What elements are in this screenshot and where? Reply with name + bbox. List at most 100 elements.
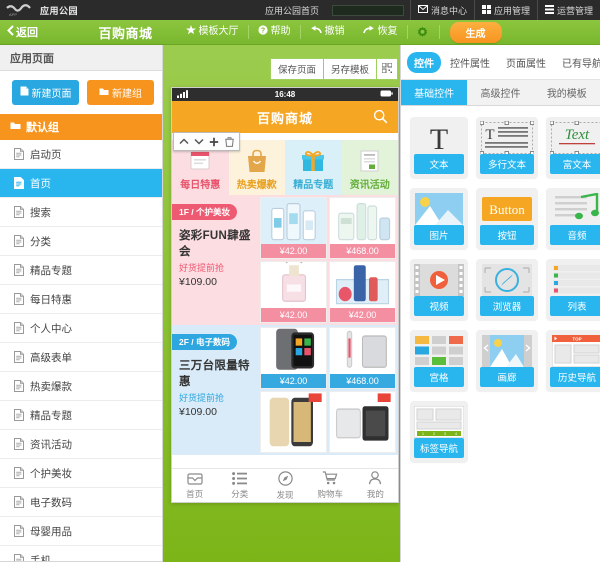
page-item-11[interactable]: 个护美妆 — [0, 459, 162, 488]
page-group-default[interactable]: 默认组 — [0, 114, 162, 140]
back-button[interactable]: 返回 — [0, 24, 38, 40]
audio-icon — [550, 192, 600, 225]
widget-browser[interactable]: 浏览器 — [476, 259, 538, 320]
product-card-1[interactable]: ¥468.00 — [329, 197, 396, 259]
topbar-search-input[interactable] — [331, 4, 404, 16]
floor-info: 1F / 个护美妆 姿彩FUN肆盛会 好货提前抢 ¥109.00 — [172, 195, 258, 325]
panel-subtab-0[interactable]: 基础控件 — [401, 80, 468, 105]
floor-tag: 2F / 电子数码 — [172, 334, 238, 350]
powerbank-image — [330, 328, 395, 374]
page-item-13[interactable]: 母婴用品 — [0, 517, 162, 546]
category-tile-2[interactable]: 精品专题 — [285, 140, 342, 195]
design-canvas[interactable]: 保存页面 另存模板 16:48 百购商城 每日特惠 热卖爆款 精品专题 资讯活动… — [163, 45, 400, 562]
category-tile-3[interactable]: 资讯活动 — [341, 140, 398, 195]
tabbar-item-0[interactable]: 首页 — [172, 469, 217, 502]
status-time: 16:48 — [274, 90, 296, 99]
widget-historynav[interactable]: TOP 历史导航 — [546, 330, 600, 391]
topbar-item-messages[interactable]: 消息中心 — [409, 0, 474, 20]
calendar-icon — [185, 148, 215, 174]
trash-icon[interactable] — [222, 135, 236, 148]
qrcode-preview-button[interactable] — [376, 58, 398, 80]
save-page-button[interactable]: 保存页面 — [269, 58, 323, 80]
page-item-10[interactable]: 资讯活动 — [0, 430, 162, 459]
page-item-0[interactable]: 启动页 — [0, 140, 162, 169]
tabbar-item-2[interactable]: 发现 — [262, 469, 307, 502]
category-tiles-widget[interactable]: 每日特惠 热卖爆款 精品专题 资讯活动 — [172, 132, 398, 195]
button-icon: Button — [480, 192, 534, 225]
floor-section-0[interactable]: 1F / 个护美妆 姿彩FUN肆盛会 好货提前抢 ¥109.00 ¥42.00 … — [172, 195, 398, 325]
panel-tab-0[interactable]: 控件 — [407, 52, 441, 73]
page-item-14[interactable]: 手机 — [0, 546, 162, 561]
product-card-0[interactable]: ¥42.00 — [260, 327, 327, 389]
settings-button[interactable] — [408, 25, 440, 39]
category-tile-label: 精品专题 — [293, 180, 334, 191]
page-item-8[interactable]: 热卖爆款 — [0, 372, 162, 401]
widget-text[interactable]: T 文本 — [410, 117, 468, 178]
page-item-1[interactable]: 首页 — [0, 169, 162, 198]
widgets-panel-subtabs: 基础控件 高级控件 我的模板 — [401, 80, 600, 106]
undo-button[interactable]: 撤销 — [301, 25, 354, 39]
product-card-0[interactable]: ¥42.00 — [260, 197, 327, 259]
help-button[interactable]: ? 帮助 — [249, 24, 301, 39]
page-item-9[interactable]: 精品专题 — [0, 401, 162, 430]
panel-subtab-2[interactable]: 我的模板 — [534, 80, 600, 105]
widget-grid[interactable]: 宫格 — [410, 330, 468, 391]
widget-list[interactable]: 列表 — [546, 259, 600, 320]
search-icon[interactable] — [373, 109, 388, 124]
chevron-down-icon[interactable] — [192, 135, 206, 148]
widget-tabnav[interactable]: 1 2 3 4 标签导航 — [410, 401, 468, 462]
page-item-6[interactable]: 个人中心 — [0, 314, 162, 343]
widget-richtext[interactable]: Text 富文本 — [546, 117, 600, 178]
plus-icon[interactable] — [207, 135, 221, 148]
page-icon — [14, 409, 24, 421]
new-page-button[interactable]: 新建页面 — [12, 80, 79, 105]
page-item-3[interactable]: 分类 — [0, 227, 162, 256]
category-tile-label: 每日特惠 — [180, 180, 221, 191]
page-item-2[interactable]: 搜索 — [0, 198, 162, 227]
redo-label: 恢复 — [377, 26, 398, 37]
product-card-2[interactable] — [260, 391, 327, 453]
widget-button[interactable]: Button 按钮 — [476, 188, 538, 249]
tabbar-item-1[interactable]: 分类 — [217, 469, 262, 502]
page-item-label: 个护美妆 — [30, 467, 72, 480]
product-card-3[interactable] — [329, 391, 396, 453]
widget-audio[interactable]: 音频 — [546, 188, 600, 249]
page-item-label: 精品专题 — [30, 264, 72, 277]
panel-tab-3[interactable]: 已有导航 — [555, 52, 600, 73]
topbar-item-app-manage[interactable]: 应用管理 — [473, 0, 537, 20]
page-item-5[interactable]: 每日特惠 — [0, 285, 162, 314]
floor-section-1[interactable]: 2F / 电子数码 三万台限量特惠 好货提前抢 ¥109.00 ¥42.00 ¥… — [172, 325, 398, 455]
widget-gallery[interactable]: 画廊 — [476, 330, 538, 391]
generate-button[interactable]: 生成 — [449, 21, 502, 43]
redo-button[interactable]: 恢复 — [354, 25, 408, 39]
chevron-up-icon[interactable] — [177, 135, 191, 148]
panel-tab-1[interactable]: 控件属性 — [443, 52, 497, 73]
save-template-button[interactable]: 另存模板 — [322, 58, 376, 80]
tabbar-item-4[interactable]: 我的 — [353, 469, 398, 502]
svg-text:T: T — [430, 123, 448, 154]
topbar-item-home[interactable]: 应用公园首页 — [258, 0, 326, 20]
widget-image[interactable]: 图片 — [410, 188, 468, 249]
widget-multiline[interactable]: T 多行文本 — [476, 117, 538, 178]
tabbar-item-3[interactable]: 购物车 — [308, 469, 353, 502]
template-hall-button[interactable]: 模板大厅 — [177, 24, 249, 39]
panel-tab-2[interactable]: 页面属性 — [499, 52, 553, 73]
product-price: ¥42.00 — [330, 308, 395, 322]
page-item-7[interactable]: 高级表单 — [0, 343, 162, 372]
page-item-4[interactable]: 精品专题 — [0, 256, 162, 285]
widget-video[interactable]: 视频 — [410, 259, 468, 320]
page-item-12[interactable]: 电子数码 — [0, 488, 162, 517]
shampoo-image — [261, 198, 326, 244]
product-card-3[interactable]: ¥42.00 — [329, 261, 396, 323]
tabnav-icon: 1 2 3 4 — [414, 405, 464, 438]
product-card-2[interactable]: ¥42.00 — [260, 261, 327, 323]
new-group-button[interactable]: 新建组 — [87, 80, 154, 105]
topbar-item-ops-manage[interactable]: 运营管理 — [536, 0, 600, 20]
brand-logo[interactable]: APP 应用公园 — [0, 3, 78, 17]
product-card-1[interactable]: ¥468.00 — [329, 327, 396, 389]
page-icon — [14, 554, 24, 561]
widget-label: 列表 — [550, 296, 600, 316]
widget-label: 音频 — [550, 225, 600, 245]
panel-subtab-1[interactable]: 高级控件 — [467, 80, 533, 105]
page-group-label: 默认组 — [26, 122, 59, 134]
